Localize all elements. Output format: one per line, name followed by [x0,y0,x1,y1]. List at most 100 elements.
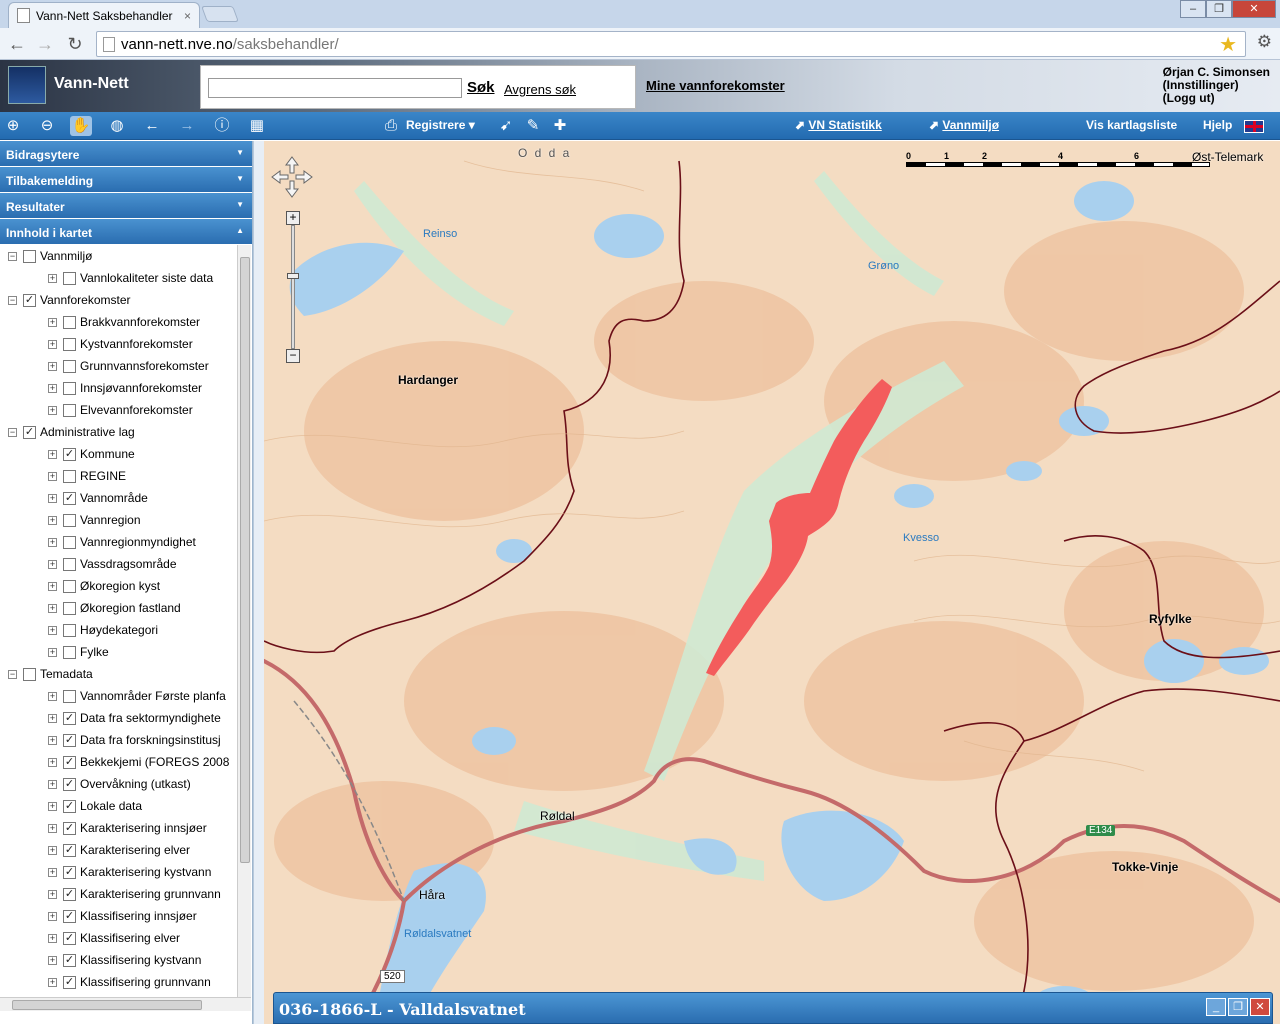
full-extent-icon[interactable]: ◍ [106,116,128,136]
expand-toggle-icon[interactable]: + [48,955,57,965]
expand-toggle-icon[interactable]: + [48,339,57,349]
info-icon[interactable]: ⓘ [211,116,233,136]
layer-checkbox[interactable]: ✓ [63,843,76,857]
my-waterbodies-link[interactable]: Mine vannforekomster [646,78,785,93]
layer-checkbox[interactable]: ✓ [63,931,76,945]
layer-checkbox[interactable] [63,337,76,351]
select-tool-icon[interactable]: ➹ [495,116,517,136]
zoom-out-button[interactable]: − [286,349,300,363]
layer-checkbox[interactable]: ✓ [63,711,76,725]
tab-close-icon[interactable]: × [184,9,191,23]
layer-checkbox[interactable]: ✓ [63,909,76,923]
layer-checkbox[interactable] [63,601,76,615]
refine-search-link[interactable]: Avgrens søk [504,82,576,97]
expand-toggle-icon[interactable]: − [8,669,17,679]
expand-toggle-icon[interactable]: + [48,801,57,811]
expand-toggle-icon[interactable]: + [48,405,57,415]
scrollbar-thumb[interactable] [12,1000,202,1010]
layer-checkbox[interactable] [63,689,76,703]
layer-checkbox[interactable]: ✓ [63,953,76,967]
layer-checkbox[interactable] [63,403,76,417]
search-input[interactable] [208,78,462,98]
layer-checkbox[interactable]: ✓ [63,799,76,813]
expand-toggle-icon[interactable]: + [48,867,57,877]
layer-checkbox[interactable]: ✓ [63,821,76,835]
wrench-icon[interactable]: ⚙ [1257,32,1272,52]
layer-checkbox[interactable] [63,469,76,483]
expand-toggle-icon[interactable]: − [8,427,17,437]
expand-toggle-icon[interactable]: + [48,581,57,591]
window-close-button[interactable]: ✕ [1250,998,1270,1016]
panel-splitter[interactable] [253,141,264,1024]
expand-toggle-icon[interactable]: + [48,559,57,569]
forward-button[interactable]: → [34,33,56,55]
back-button[interactable]: ← [6,33,28,55]
layer-checkbox[interactable]: ✓ [23,425,36,439]
accordion-feedback[interactable]: Tilbakemelding ▼ [0,167,252,193]
expand-toggle-icon[interactable]: + [48,691,57,701]
expand-toggle-icon[interactable]: + [48,977,57,987]
logout-link[interactable]: (Logg ut) [1163,92,1270,105]
next-extent-icon[interactable]: → [176,116,198,136]
expand-toggle-icon[interactable]: + [48,625,57,635]
layer-checkbox[interactable]: ✓ [23,293,36,307]
maximize-button[interactable]: ❐ [1206,0,1232,18]
accordion-contributors[interactable]: Bidragsytere ▼ [0,141,252,167]
new-tab-button[interactable] [201,6,239,22]
layer-checkbox[interactable] [23,667,36,681]
zoom-thumb[interactable] [287,273,299,279]
expand-toggle-icon[interactable]: + [48,603,57,613]
layer-checkbox[interactable] [63,535,76,549]
layer-checkbox[interactable] [63,557,76,571]
expand-toggle-icon[interactable]: + [48,735,57,745]
layer-tree-scrollbar[interactable] [237,245,251,997]
pan-hand-icon[interactable]: ✋ [70,116,92,136]
expand-toggle-icon[interactable]: + [48,273,57,283]
minimize-button[interactable]: ‒ [1180,0,1206,18]
expand-toggle-icon[interactable]: + [48,889,57,899]
layer-checkbox[interactable]: ✓ [63,491,76,505]
window-close-button[interactable]: ✕ [1232,0,1276,18]
vn-statistics-link[interactable]: ⬈ VN Statistikk [795,118,882,132]
layer-checkbox[interactable] [63,271,76,285]
expand-toggle-icon[interactable]: + [48,757,57,767]
expand-toggle-icon[interactable]: + [48,515,57,525]
expand-toggle-icon[interactable]: + [48,361,57,371]
feature-info-window[interactable]: 036-1866-L - Valldalsvatnet _ ❐ ✕ [273,992,1273,1024]
layer-checkbox[interactable] [63,579,76,593]
layer-checkbox[interactable] [63,645,76,659]
layer-checkbox[interactable] [63,381,76,395]
layer-checkbox[interactable] [63,623,76,637]
expand-toggle-icon[interactable]: + [48,779,57,789]
expand-toggle-icon[interactable]: − [8,295,17,305]
register-menu[interactable]: Registrere ▾ [406,118,475,132]
show-layer-list-link[interactable]: Vis kartlagsliste [1086,118,1177,132]
expand-toggle-icon[interactable]: + [48,449,57,459]
search-button[interactable]: Søk [467,79,495,96]
help-link[interactable]: Hjelp [1203,118,1232,132]
expand-toggle-icon[interactable]: + [48,933,57,943]
layer-checkbox[interactable]: ✓ [63,865,76,879]
expand-toggle-icon[interactable]: + [48,317,57,327]
expand-toggle-icon[interactable]: + [48,845,57,855]
expand-toggle-icon[interactable]: + [48,537,57,547]
previous-extent-icon[interactable]: ← [141,116,163,136]
zoom-in-button[interactable]: + [286,211,300,225]
water-environment-link[interactable]: ⬈ Vannmiljø [929,118,999,132]
reload-button[interactable]: ↻ [64,33,86,55]
edit-pencil-icon[interactable]: ✎ [522,116,544,136]
accordion-map-contents[interactable]: Innhold i kartet ▲ [0,219,252,245]
browser-tab[interactable]: Vann-Nett Saksbehandler × [8,2,200,28]
map-view[interactable]: O d d a Øst-Telemark Reinso Grøno Hardan… [264,141,1280,1024]
scrollbar-thumb[interactable] [240,257,250,863]
register-icon[interactable]: ⎙ [380,116,402,136]
window-maximize-button[interactable]: ❐ [1228,998,1248,1016]
layer-checkbox[interactable]: ✓ [63,447,76,461]
expand-toggle-icon[interactable]: − [8,251,17,261]
layer-checkbox[interactable] [63,315,76,329]
layer-checkbox[interactable] [63,513,76,527]
layer-tree-hscrollbar[interactable] [0,997,251,1011]
expand-toggle-icon[interactable]: + [48,911,57,921]
expand-toggle-icon[interactable]: + [48,471,57,481]
layer-checkbox[interactable]: ✓ [63,887,76,901]
